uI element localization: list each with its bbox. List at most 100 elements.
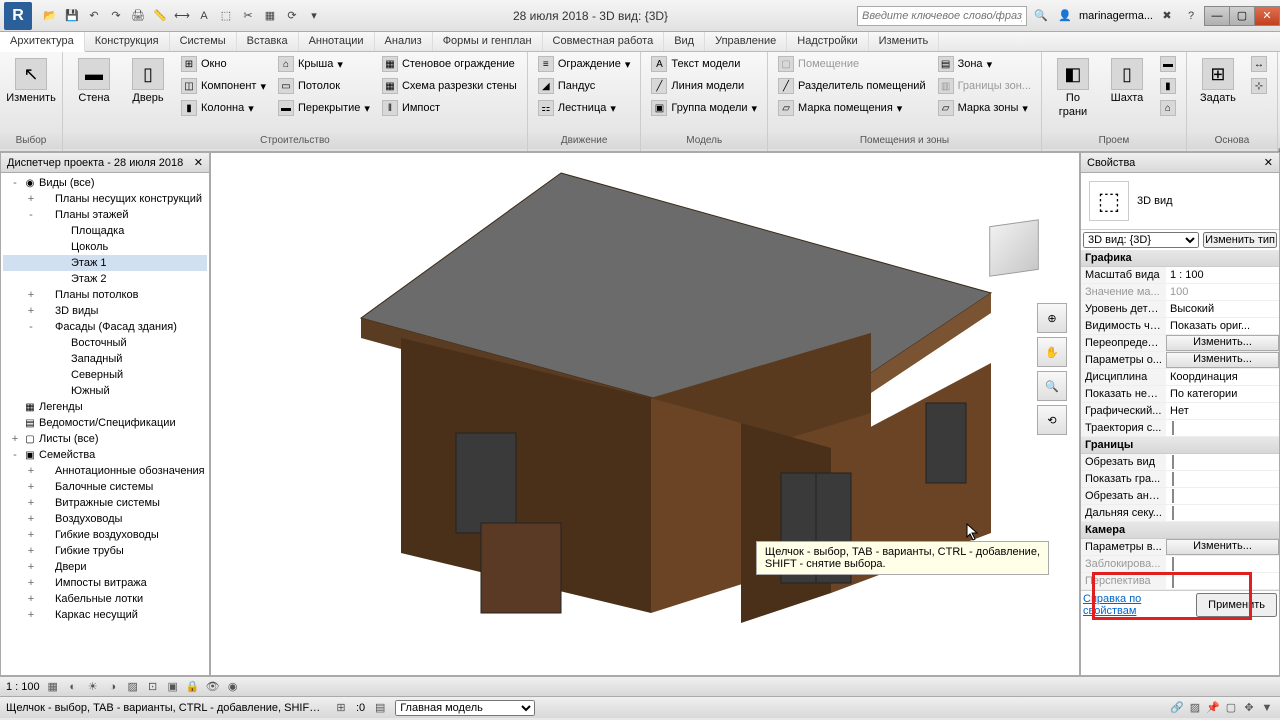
component-button[interactable]: ◫Компонент ▾ bbox=[177, 76, 270, 96]
floor-button[interactable]: ▬Перекрытие ▾ bbox=[274, 98, 374, 118]
tree-item[interactable]: +Балочные системы bbox=[3, 479, 207, 495]
crop-icon[interactable]: ⊡ bbox=[146, 680, 160, 694]
ceiling-button[interactable]: ▭Потолок bbox=[274, 76, 374, 96]
property-row[interactable]: Дальняя секу... bbox=[1081, 505, 1279, 522]
tree-item[interactable]: Этаж 1 bbox=[3, 255, 207, 271]
modify-button[interactable]: ↖Изменить bbox=[6, 54, 56, 108]
minimize-button[interactable]: — bbox=[1204, 6, 1230, 26]
section-icon[interactable]: ✂ bbox=[238, 6, 258, 26]
select-underlay-icon[interactable]: ▨ bbox=[1188, 701, 1202, 715]
sheet-icon[interactable]: ▦ bbox=[260, 6, 280, 26]
property-row[interactable]: Показать нев...По категории bbox=[1081, 386, 1279, 403]
app-logo[interactable]: R bbox=[4, 2, 32, 30]
main-model-select[interactable]: Главная модель bbox=[395, 700, 535, 716]
tree-item[interactable]: Цоколь bbox=[3, 239, 207, 255]
by-face-button[interactable]: ◧Пограни bbox=[1048, 54, 1098, 122]
tree-item[interactable]: Западный bbox=[3, 351, 207, 367]
scale-value[interactable]: 1 : 100 bbox=[6, 681, 40, 693]
room-tag-button[interactable]: ▱Марка помещения ▾ bbox=[774, 98, 930, 118]
grid-btn[interactable]: ⊹ bbox=[1247, 76, 1271, 96]
lock-icon[interactable]: 🔒 bbox=[186, 680, 200, 694]
sun-icon[interactable]: ☀ bbox=[86, 680, 100, 694]
tree-item[interactable]: Северный bbox=[3, 367, 207, 383]
tab-architecture[interactable]: Архитектура bbox=[0, 32, 85, 52]
search-icon[interactable]: 🔍 bbox=[1031, 6, 1051, 26]
open-vert-button[interactable]: ▮ bbox=[1156, 76, 1180, 96]
curtain-button[interactable]: ▦Стеновое ограждение bbox=[378, 54, 521, 74]
model-group-button[interactable]: ▣Группа модели ▾ bbox=[647, 98, 761, 118]
section-camera[interactable]: Камера bbox=[1081, 522, 1279, 539]
property-row[interactable]: Траектория с... bbox=[1081, 420, 1279, 437]
design-opt-icon[interactable]: ▤ bbox=[373, 701, 387, 715]
tree-item[interactable]: +Планы несущих конструкций bbox=[3, 191, 207, 207]
tab-modify[interactable]: Изменить bbox=[869, 32, 940, 51]
select-pinned-icon[interactable]: 📌 bbox=[1206, 701, 1220, 715]
pan-icon[interactable]: ✋ bbox=[1037, 337, 1067, 367]
tab-structure[interactable]: Конструкция bbox=[85, 32, 170, 51]
filter-icon[interactable]: ▼ bbox=[1260, 701, 1274, 715]
tree-item[interactable]: +Гибкие трубы bbox=[3, 543, 207, 559]
select-link-icon[interactable]: 🔗 bbox=[1170, 701, 1184, 715]
tree-item[interactable]: Восточный bbox=[3, 335, 207, 351]
maximize-button[interactable]: ▢ bbox=[1229, 6, 1255, 26]
instance-select[interactable]: 3D вид: {3D} bbox=[1083, 232, 1199, 248]
dim-icon[interactable]: ⟷ bbox=[172, 6, 192, 26]
door-button[interactable]: ▯Дверь bbox=[123, 54, 173, 108]
crop-show-icon[interactable]: ▣ bbox=[166, 680, 180, 694]
drag-icon[interactable]: ✥ bbox=[1242, 701, 1256, 715]
tree-item[interactable]: +Импосты витража bbox=[3, 575, 207, 591]
tab-addins[interactable]: Надстройки bbox=[787, 32, 868, 51]
property-row[interactable]: Уровень дета...Высокий bbox=[1081, 301, 1279, 318]
property-row[interactable]: Параметры о...Изменить... bbox=[1081, 352, 1279, 369]
level-button[interactable]: ↔ bbox=[1247, 54, 1271, 74]
render-icon[interactable]: ▨ bbox=[126, 680, 140, 694]
switch-icon[interactable]: ▾ bbox=[304, 6, 324, 26]
search-input[interactable] bbox=[857, 6, 1027, 26]
user-icon[interactable]: 👤 bbox=[1055, 6, 1075, 26]
set-button[interactable]: ⊞Задать bbox=[1193, 54, 1243, 108]
tree-item[interactable]: -Планы этажей bbox=[3, 207, 207, 223]
tree-item[interactable]: +▢Листы (все) bbox=[3, 431, 207, 447]
property-row[interactable]: Графический...Нет bbox=[1081, 403, 1279, 420]
text-icon[interactable]: A bbox=[194, 6, 214, 26]
tree-item[interactable]: +Двери bbox=[3, 559, 207, 575]
section-extents[interactable]: Границы bbox=[1081, 437, 1279, 454]
sync-icon[interactable]: ⟳ bbox=[282, 6, 302, 26]
column-button[interactable]: ▮Колонна ▾ bbox=[177, 98, 270, 118]
edit-type-button[interactable]: Изменить тип bbox=[1203, 232, 1277, 248]
tree-item[interactable]: +Кабельные лотки bbox=[3, 591, 207, 607]
mullion-button[interactable]: ‖Импост bbox=[378, 98, 521, 118]
shaft-button[interactable]: ▯Шахта bbox=[1102, 54, 1152, 108]
property-row[interactable]: Видимость ча...Показать ориг... bbox=[1081, 318, 1279, 335]
property-row[interactable]: Масштаб вида1 : 100 bbox=[1081, 267, 1279, 284]
tree-item[interactable]: Этаж 2 bbox=[3, 271, 207, 287]
property-row[interactable]: Обрезать вид bbox=[1081, 454, 1279, 471]
tree-item[interactable]: Площадка bbox=[3, 223, 207, 239]
tree-item[interactable]: +Витражные системы bbox=[3, 495, 207, 511]
tree-item[interactable]: -◉Виды (все) bbox=[3, 175, 207, 191]
property-row[interactable]: Обрезать анн... bbox=[1081, 488, 1279, 505]
close-button[interactable]: ✕ bbox=[1254, 6, 1280, 26]
viewport-3d[interactable]: ⊕ ✋ 🔍 ⟲ Щелчок - выбор, TAB - варианты, … bbox=[210, 152, 1080, 676]
tree-item[interactable]: +Планы потолков bbox=[3, 287, 207, 303]
browser-tree[interactable]: -◉Виды (все)+Планы несущих конструкций-П… bbox=[1, 173, 209, 675]
help-icon[interactable]: ? bbox=[1181, 6, 1201, 26]
view3d-icon[interactable]: ⬚ bbox=[216, 6, 236, 26]
tab-annotate[interactable]: Аннотации bbox=[299, 32, 375, 51]
wall-button[interactable]: ▬Стена bbox=[69, 54, 119, 108]
zone-tag-button[interactable]: ▱Марка зоны ▾ bbox=[934, 98, 1035, 118]
property-row[interactable]: Переопредел...Изменить... bbox=[1081, 335, 1279, 352]
open-wall-button[interactable]: ▬ bbox=[1156, 54, 1180, 74]
tree-item[interactable]: Южный bbox=[3, 383, 207, 399]
tree-item[interactable]: +3D виды bbox=[3, 303, 207, 319]
model-text-button[interactable]: AТекст модели bbox=[647, 54, 761, 74]
property-row[interactable]: Показать гра... bbox=[1081, 471, 1279, 488]
tab-massing[interactable]: Формы и генплан bbox=[433, 32, 543, 51]
tree-item[interactable]: -▣Семейства bbox=[3, 447, 207, 463]
detail-icon[interactable]: ▦ bbox=[46, 680, 60, 694]
tab-systems[interactable]: Системы bbox=[170, 32, 237, 51]
tab-insert[interactable]: Вставка bbox=[237, 32, 299, 51]
tree-item[interactable]: -Фасады (Фасад здания) bbox=[3, 319, 207, 335]
shadow-icon[interactable]: ◑ bbox=[106, 680, 120, 694]
zone-button[interactable]: ▤Зона ▾ bbox=[934, 54, 1035, 74]
